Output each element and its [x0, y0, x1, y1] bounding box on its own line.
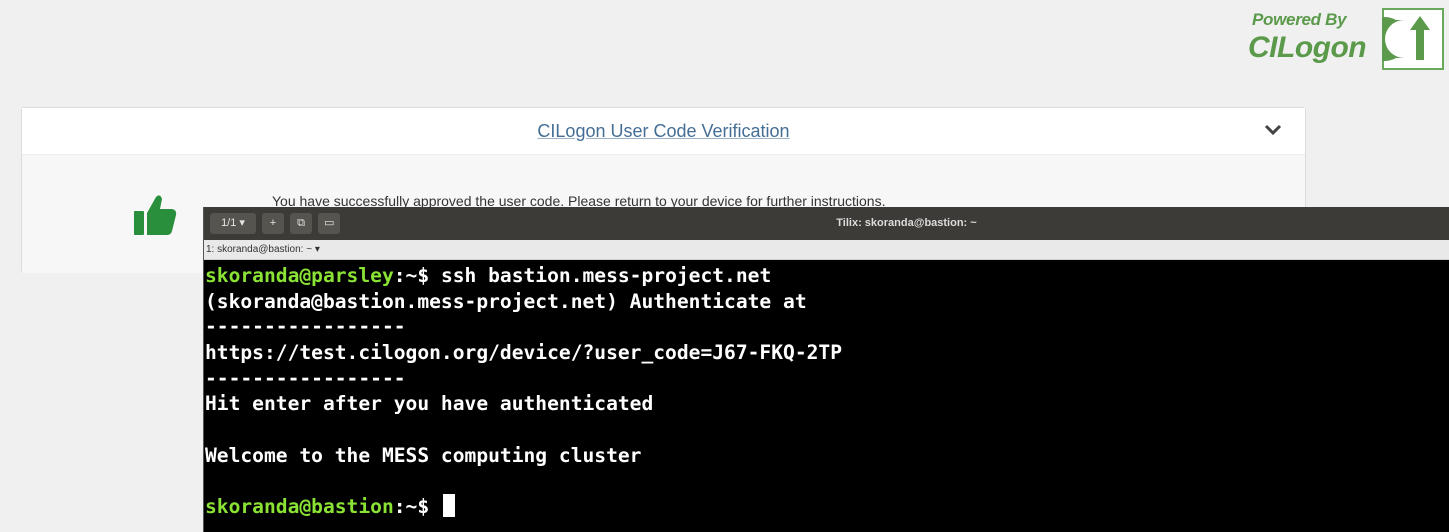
chevron-down-icon[interactable]: [1263, 120, 1283, 140]
cilogon-brand[interactable]: Powered By CILogon: [1248, 6, 1444, 70]
terminal-output[interactable]: skoranda@parsley:~$ ssh bastion.mess-pro…: [204, 263, 1449, 520]
terminal-cursor: [442, 494, 455, 518]
card-title[interactable]: CILogon User Code Verification: [22, 121, 1305, 142]
tab-label: 1: skoranda@bastion: ~: [206, 244, 313, 255]
powered-by-text: Powered By: [1252, 10, 1347, 29]
terminal-tab[interactable]: 1: skoranda@bastion: ~ ▾: [206, 244, 320, 255]
card-header[interactable]: CILogon User Code Verification: [22, 108, 1305, 155]
terminal-line: -----------------: [205, 366, 406, 390]
prompt-user-host: skoranda@bastion: [205, 495, 394, 519]
terminal-window[interactable]: 1/1 ▾ + ⧉ ▭ Tilix: skoranda@bastion: ~ 1…: [203, 207, 1449, 532]
command-text: ssh bastion.mess-project.net: [440, 264, 772, 287]
terminal-line: Welcome to the MESS computing cluster: [205, 443, 642, 467]
terminal-line: skoranda@bastion:~$: [205, 494, 1449, 520]
thumbs-up-icon: [134, 195, 177, 235]
terminal-tabbar: 1: skoranda@bastion: ~ ▾: [204, 240, 1449, 260]
brand-name: CILogon: [1248, 31, 1367, 64]
terminal-line: (skoranda@bastion.mess-project.net) Auth…: [205, 289, 807, 313]
terminal-line: skoranda@parsley:~$ ssh bastion.mess-pro…: [205, 263, 1449, 289]
prompt-separator: :~$: [393, 264, 441, 287]
prompt-user-host: skoranda@parsley: [205, 264, 394, 287]
terminal-line: -----------------: [205, 315, 406, 339]
terminal-line: https://test.cilogon.org/device/?user_co…: [205, 341, 843, 365]
terminal-line: Hit enter after you have authenticated: [205, 392, 654, 416]
prompt-separator: :~$: [393, 495, 441, 519]
terminal-titlebar[interactable]: 1/1 ▾ + ⧉ ▭ Tilix: skoranda@bastion: ~: [204, 207, 1449, 240]
cilogon-logo-icon: [1382, 8, 1444, 70]
window-title: Tilix: skoranda@bastion: ~: [836, 217, 977, 229]
